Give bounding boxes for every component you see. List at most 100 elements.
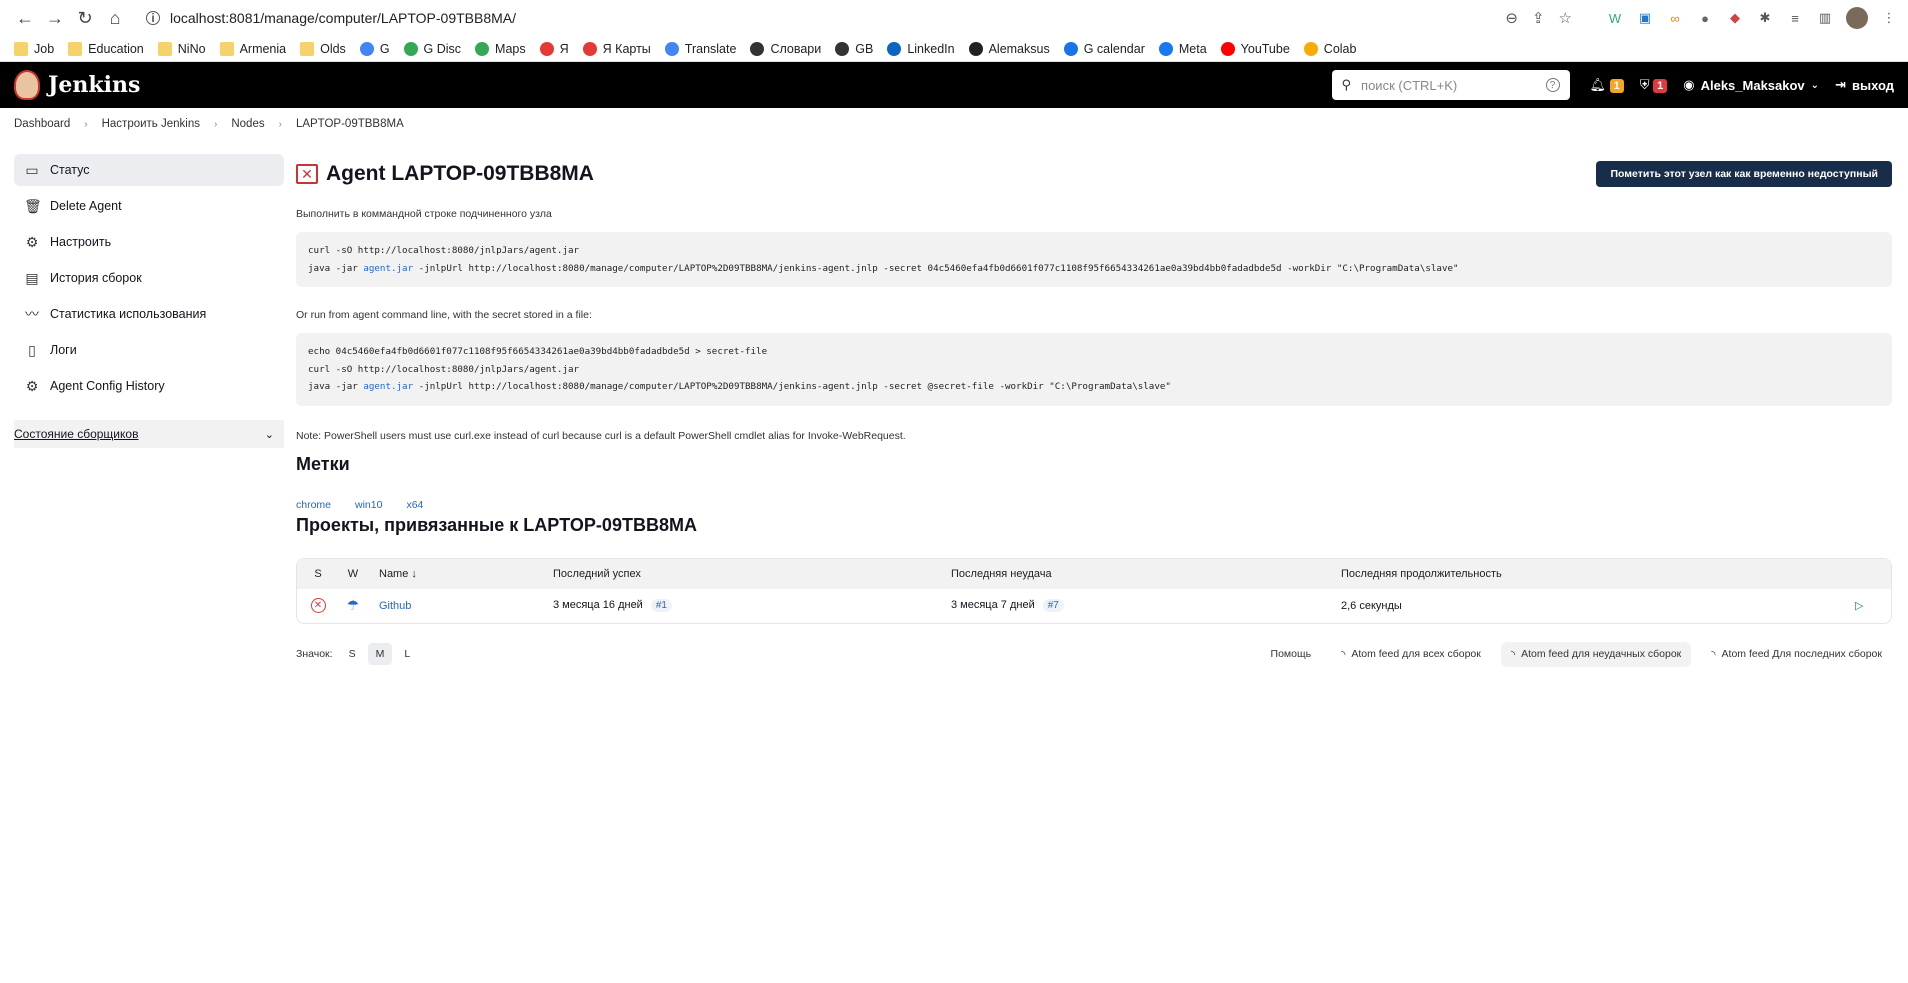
extension-icon[interactable]: ● <box>1696 9 1714 27</box>
bookmark-item[interactable]: Я <box>539 41 569 56</box>
bookmark-item[interactable]: Словари <box>750 41 821 56</box>
help-icon[interactable]: ? <box>1545 78 1560 92</box>
bookmark-item[interactable]: Olds <box>300 41 346 56</box>
config-history-icon: ⚙ <box>25 377 39 394</box>
breadcrumb-item[interactable]: Dashboard <box>14 118 70 130</box>
star-icon[interactable]: ☆ <box>1559 9 1572 27</box>
feed-failed-link[interactable]: ◝ Atom feed для неудачных сборок <box>1500 641 1692 667</box>
breadcrumb-item[interactable]: Nodes <box>231 118 264 130</box>
mark-offline-button[interactable]: Пометить этот узел как как временно недо… <box>1596 161 1892 187</box>
icon-size-m[interactable]: M <box>367 643 393 665</box>
user-menu[interactable]: ◉ Aleks_Maksakov ⌄ <box>1683 77 1819 93</box>
menu-icon[interactable]: ⋮ <box>1880 9 1898 27</box>
sidebar-item-delete-agent[interactable]: 🗑︎ Delete Agent <box>14 190 284 222</box>
side-panel-icon[interactable]: ▥ <box>1816 9 1834 27</box>
feed-latest-link[interactable]: ◝ Atom feed Для последних сборок <box>1701 642 1892 667</box>
user-name: Aleks_Maksakov <box>1700 77 1805 93</box>
zoom-icon[interactable]: ⊖ <box>1505 9 1518 27</box>
executors-panel-title[interactable]: Состояние сборщиков <box>14 427 138 441</box>
table-header: S W Name ↓ Последний успех Последняя неу… <box>297 558 1891 589</box>
bookmark-item[interactable]: Translate <box>664 41 736 56</box>
url-text[interactable]: localhost:8081/manage/computer/LAPTOP-09… <box>170 10 516 26</box>
reload-icon[interactable]: ↻ <box>70 3 100 33</box>
code-text: -jnlpUrl http://localhost:8080/manage/co… <box>413 262 1459 274</box>
sidebar-item-agent-config-history[interactable]: ⚙ Agent Config History <box>14 370 284 402</box>
projects-heading: Проекты, привязанные к LAPTOP-09TBB8MA <box>296 514 697 535</box>
sidebar-item-logs[interactable]: ▯ Логи <box>14 334 284 366</box>
job-link[interactable]: Github <box>367 600 553 612</box>
reading-list-icon[interactable]: ≡ <box>1786 9 1804 27</box>
puzzle-icon[interactable]: ✱ <box>1756 9 1774 27</box>
search-box[interactable]: ⚲ поиск (CTRL+K) ? <box>1331 70 1570 100</box>
bookmark-item[interactable]: Colab <box>1303 41 1356 56</box>
bookmark-label: Meta <box>1178 41 1207 56</box>
bookmark-label: Education <box>88 41 144 56</box>
label-link[interactable]: chrome <box>296 499 331 511</box>
column-last-failure[interactable]: Последняя неудача <box>951 568 1341 580</box>
breadcrumb-item[interactable]: Настроить Jenkins <box>102 118 200 130</box>
bookmark-item[interactable]: Я Карты <box>582 41 651 56</box>
chevron-right-icon: › <box>84 118 88 130</box>
bookmark-item[interactable]: Maps <box>475 41 526 56</box>
feed-all-link[interactable]: ◝ Atom feed для всех сборок <box>1331 642 1491 667</box>
column-name[interactable]: Name ↓ <box>367 568 553 580</box>
feed-label: Atom feed для неудачных сборок <box>1521 648 1682 660</box>
notifications-button[interactable]: 🔔︎ 1 <box>1590 77 1624 93</box>
trash-icon: 🗑︎ <box>24 197 42 214</box>
sidebar-item-status[interactable]: ▭ Статус <box>14 154 284 186</box>
help-link[interactable]: Помощь <box>1261 642 1322 667</box>
bookmark-item[interactable]: G Disc <box>403 41 461 56</box>
code-text: -jnlpUrl http://localhost:8080/manage/co… <box>413 381 1171 392</box>
bookmark-item[interactable]: YouTube <box>1220 41 1290 56</box>
bookmark-item[interactable]: Education <box>68 41 144 56</box>
search-placeholder[interactable]: поиск (CTRL+K) <box>1361 78 1457 93</box>
extension-icon[interactable]: W <box>1606 9 1624 27</box>
search-icon: ⚲ <box>1341 77 1352 92</box>
label-link[interactable]: win10 <box>355 499 382 511</box>
bookmark-item[interactable]: G <box>359 41 390 56</box>
extension-icon[interactable]: ▣ <box>1636 9 1654 27</box>
label-link[interactable]: x64 <box>406 499 423 511</box>
address-bar[interactable]: i localhost:8081/manage/computer/LAPTOP-… <box>136 3 1582 33</box>
bookmark-favicon-icon <box>359 41 374 56</box>
bookmark-item[interactable]: Alemaksus <box>968 41 1050 56</box>
bookmark-item[interactable]: G calendar <box>1063 41 1145 56</box>
column-last-success[interactable]: Последний успех <box>553 568 951 580</box>
bookmark-item[interactable]: Meta <box>1158 41 1207 56</box>
sidebar-item-configure[interactable]: ⚙ Настроить <box>14 226 284 258</box>
agent-jar-link[interactable]: agent.jar <box>363 263 413 274</box>
build-link[interactable]: #7 <box>1042 599 1064 612</box>
extension-icon[interactable]: ∞ <box>1666 9 1684 27</box>
extension-icon[interactable]: ◆ <box>1726 9 1744 27</box>
run-build-icon[interactable]: ▷ <box>1855 599 1891 612</box>
logout-button[interactable]: ⇥ выход <box>1835 77 1894 93</box>
jenkins-logo[interactable]: Jenkins <box>14 70 140 100</box>
agent-jar-link[interactable]: agent.jar <box>363 381 413 392</box>
bookmark-label: Olds <box>320 41 346 56</box>
build-link[interactable]: #1 <box>650 599 672 612</box>
sidebar-item-load-statistics[interactable]: 〰 Статистика использования <box>14 298 284 330</box>
profile-avatar[interactable] <box>1846 7 1868 29</box>
column-weather[interactable]: W <box>339 568 367 580</box>
bookmark-item[interactable]: Job <box>14 41 54 56</box>
icon-size-l[interactable]: L <box>396 643 418 665</box>
bookmark-item[interactable]: LinkedIn <box>887 41 955 56</box>
forward-icon[interactable]: → <box>40 3 70 33</box>
run-instructions: Выполнить в коммандной строке подчиненно… <box>296 208 552 220</box>
icon-size-s[interactable]: S <box>341 643 364 665</box>
sidebar-item-build-history[interactable]: ▤ История сборок <box>14 262 284 294</box>
bookmark-item[interactable]: GB <box>835 41 873 56</box>
home-icon[interactable]: ⌂ <box>100 3 130 33</box>
share-icon[interactable]: ⇪ <box>1532 9 1545 27</box>
site-info-icon[interactable]: i <box>146 11 160 25</box>
column-last-duration[interactable]: Последняя продолжительность <box>1341 568 1891 580</box>
back-icon[interactable]: ← <box>10 3 40 33</box>
chevron-down-icon[interactable]: ⌄ <box>265 428 274 441</box>
column-status[interactable]: S <box>297 568 339 580</box>
bookmark-item[interactable]: NiNo <box>157 41 206 56</box>
bookmark-label: Alemaksus <box>988 41 1050 56</box>
executors-panel[interactable]: Состояние сборщиков ⌄ <box>14 420 284 448</box>
breadcrumb-item[interactable]: LAPTOP-09TBB8MA <box>296 118 404 130</box>
security-button[interactable]: ⛨ 1 <box>1640 77 1668 93</box>
bookmark-item[interactable]: Armenia <box>219 41 286 56</box>
